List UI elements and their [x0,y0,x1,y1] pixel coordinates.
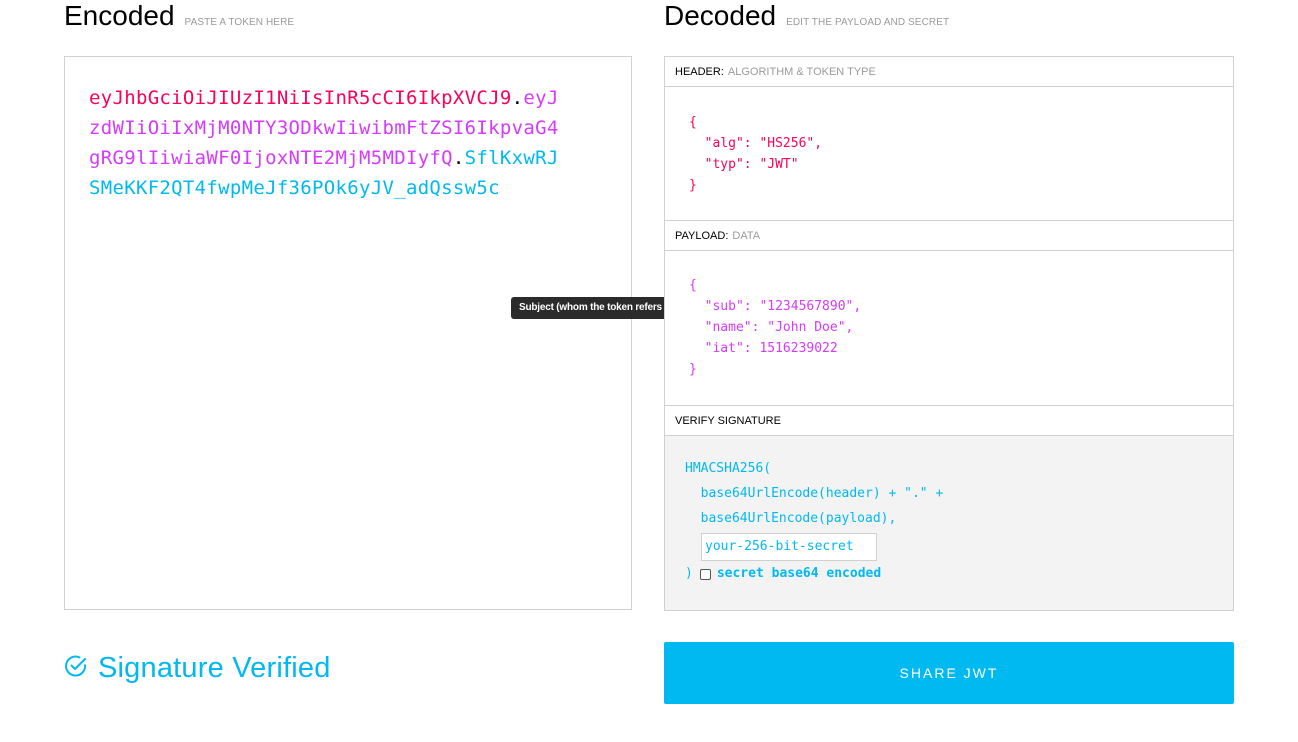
token-header-part: eyJhbGciOiJIUzI1NiIsInR5cCI6IkpXVCJ9 [89,87,512,109]
secret-input[interactable]: your-256-bit-secret [701,533,877,561]
verify-line: base64UrlEncode(header) + "." + [685,486,944,501]
base64-checkbox-label[interactable]: secret base64 encoded [717,563,881,585]
header-json-editor[interactable]: { "alg": "HS256", "typ": "JWT" } [665,87,1233,221]
encoded-heading: Encoded PASTE A TOKEN HERE [64,0,294,36]
decoded-heading: Decoded EDIT THE PAYLOAD AND SECRET [664,0,949,36]
payload-json-editor[interactable]: { "sub": "1234567890", "name": "John Doe… [665,251,1233,406]
decoded-subtitle: EDIT THE PAYLOAD AND SECRET [786,17,950,28]
decoded-panel: HEADER: ALGORITHM & TOKEN TYPE { "alg": "… [664,56,1234,611]
encoded-title: Encoded [64,0,175,31]
token-separator: . [511,87,524,109]
header-label-muted: ALGORITHM & TOKEN TYPE [727,66,876,78]
header-section-label: HEADER: ALGORITHM & TOKEN TYPE [665,57,1233,87]
json-line: "sub": "1234567890", [689,299,862,314]
encoded-token-text[interactable]: eyJhbGciOiJIUzI1NiIsInR5cCI6IkpXVCJ9.eyJ… [89,83,569,203]
json-line: } [689,362,697,377]
json-line: { [689,278,697,293]
signature-status-label: Signature Verified [98,652,331,684]
decoded-title: Decoded [664,0,777,31]
verify-signature-area: HMACSHA256( base64UrlEncode(header) + ".… [665,436,1233,610]
json-line: { [689,115,697,130]
header-label: HEADER: [675,66,724,78]
payload-label-muted: DATA [732,230,761,242]
verify-close-row: ) secret base64 encoded [685,563,1233,585]
json-line: "alg": "HS256", [689,136,823,151]
claim-tooltip: Subject (whom the token refers to) [511,297,691,319]
signature-status: Signature Verified [64,652,331,685]
json-line: } [689,178,697,193]
json-line: "name": "John Doe", [689,320,854,335]
base64-checkbox[interactable] [699,568,711,580]
encoded-subtitle: PASTE A TOKEN HERE [184,17,295,28]
verify-line: base64UrlEncode(payload), [685,511,897,526]
payload-section-label: PAYLOAD: DATA [665,221,1233,251]
encoded-token-editor[interactable]: eyJhbGciOiJIUzI1NiIsInR5cCI6IkpXVCJ9.eyJ… [64,56,632,610]
verify-section-label: VERIFY SIGNATURE [665,406,1233,436]
share-jwt-button[interactable]: SHARE JWT [664,642,1234,704]
verify-close-paren: ) [685,566,693,581]
token-separator: . [452,147,465,169]
jwt-debugger: Encoded PASTE A TOKEN HERE Decoded EDIT … [0,0,1298,742]
json-line: "iat": 1516239022 [689,341,838,356]
check-circle-icon [64,654,88,683]
json-line: "typ": "JWT" [689,157,799,172]
verify-line: HMACSHA256( [685,461,772,476]
payload-label: PAYLOAD: [675,230,729,242]
